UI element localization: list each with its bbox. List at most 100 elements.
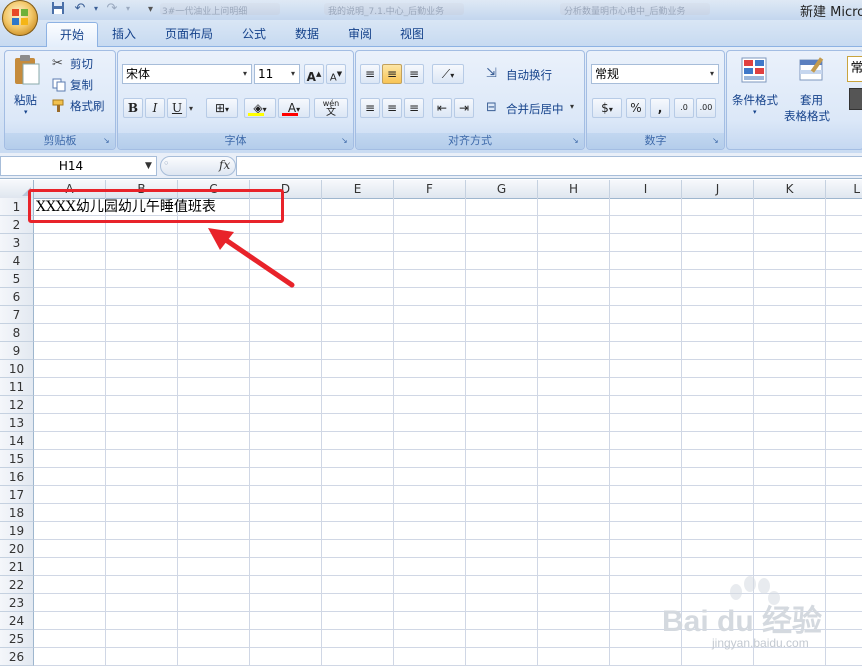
merge-dropdown-icon[interactable]: ▾ [570, 102, 574, 111]
font-size-select[interactable]: 11 ▾ [254, 64, 300, 84]
font-name-select[interactable]: 宋体 ▾ [122, 64, 252, 84]
format-painter-button[interactable]: 格式刷 [52, 97, 112, 115]
fill-color-button[interactable]: ◈▾ [244, 98, 276, 118]
undo-icon[interactable]: ↶ [72, 1, 88, 17]
clipboard-launcher-icon[interactable]: ↘ [103, 137, 111, 145]
row-header-15[interactable]: 15 [0, 450, 34, 468]
row-header-19[interactable]: 19 [0, 522, 34, 540]
copy-button[interactable]: 复制 [52, 76, 112, 94]
office-button[interactable] [2, 0, 38, 36]
cell-styles-button[interactable]: 常 [847, 56, 862, 82]
number-format-select[interactable]: 常规 ▾ [591, 64, 719, 84]
row-header-21[interactable]: 21 [0, 558, 34, 576]
tab-formulas[interactable]: 公式 [234, 22, 274, 46]
alignment-launcher-icon[interactable]: ↘ [572, 137, 580, 145]
office-logo-icon [12, 9, 28, 25]
decrease-font-icon[interactable]: A▼ [326, 64, 346, 84]
chevron-down-icon[interactable]: ▼ [145, 157, 152, 175]
tab-review[interactable]: 审阅 [340, 22, 380, 46]
customize-quick-access-icon[interactable]: ▾ [148, 2, 158, 18]
row-header-3[interactable]: 3 [0, 234, 34, 252]
orientation-icon[interactable]: ⟋▾ [432, 64, 464, 84]
row-header-25[interactable]: 25 [0, 630, 34, 648]
tab-view[interactable]: 视图 [392, 22, 432, 46]
redo-icon[interactable]: ↷ [104, 1, 120, 17]
column-header-e[interactable]: E [322, 180, 394, 198]
font-launcher-icon[interactable]: ↘ [341, 137, 349, 145]
tab-data[interactable]: 数据 [287, 22, 327, 46]
paste-dropdown-icon[interactable]: ▾ [24, 108, 28, 116]
save-icon[interactable] [50, 1, 66, 17]
phonetic-button[interactable]: wén 文 [314, 98, 348, 118]
row-header-14[interactable]: 14 [0, 432, 34, 450]
tab-page-layout[interactable]: 页面布局 [156, 22, 222, 46]
italic-button[interactable]: I [145, 98, 165, 118]
row-header-20[interactable]: 20 [0, 540, 34, 558]
underline-button[interactable]: U [167, 98, 187, 118]
cut-button[interactable]: ✂ 剪切 [52, 55, 112, 73]
copy-label: 复制 [70, 78, 93, 92]
conditional-dropdown-icon[interactable]: ▾ [753, 108, 757, 116]
increase-decimal-icon[interactable]: .0 [674, 98, 694, 118]
chevron-down-icon: ▾ [242, 69, 247, 78]
align-center-icon[interactable]: ≡ [382, 98, 402, 118]
accounting-format-icon[interactable]: $▾ [592, 98, 622, 118]
align-middle-icon[interactable]: ≡ [382, 64, 402, 84]
decrease-indent-icon[interactable]: ⇤ [432, 98, 452, 118]
row-header-11[interactable]: 11 [0, 378, 34, 396]
row-header-16[interactable]: 16 [0, 468, 34, 486]
expand-formula-icon[interactable]: ◦ [163, 157, 170, 170]
row-header-13[interactable]: 13 [0, 414, 34, 432]
row-header-17[interactable]: 17 [0, 486, 34, 504]
name-box[interactable]: H14 ▼ [0, 156, 157, 176]
conditional-format-button[interactable]: 条件格式 ▾ [730, 54, 782, 120]
decrease-decimal-icon[interactable]: .00 [696, 98, 716, 118]
row-header-5[interactable]: 5 [0, 270, 34, 288]
formula-tools: ◦ fx [160, 156, 236, 176]
column-header-h[interactable]: H [538, 180, 610, 198]
column-header-k[interactable]: K [754, 180, 826, 198]
number-launcher-icon[interactable]: ↘ [712, 137, 720, 145]
borders-button[interactable]: ⊞▾ [206, 98, 238, 118]
redo-dropdown-icon[interactable]: ▾ [120, 1, 136, 17]
align-top-icon[interactable]: ≡ [360, 64, 380, 84]
align-bottom-icon[interactable]: ≡ [404, 64, 424, 84]
row-header-4[interactable]: 4 [0, 252, 34, 270]
cell-styles-icon[interactable] [849, 88, 862, 110]
insert-function-icon[interactable]: fx [219, 158, 230, 172]
align-right-icon[interactable]: ≡ [404, 98, 424, 118]
formula-input[interactable] [236, 156, 862, 176]
column-header-j[interactable]: J [682, 180, 754, 198]
column-header-f[interactable]: F [394, 180, 466, 198]
tab-home[interactable]: 开始 [46, 22, 98, 47]
wrap-text-button[interactable]: ⇲ 自动换行 [486, 64, 576, 84]
row-header-24[interactable]: 24 [0, 612, 34, 630]
paste-button[interactable]: 粘贴 ▾ [10, 54, 44, 116]
format-as-table-button[interactable]: 套用 表格格式 [782, 54, 844, 123]
merge-center-button[interactable]: ⊟ 合并后居中 ▾ [486, 98, 580, 118]
underline-dropdown-icon[interactable]: ▾ [189, 104, 193, 113]
row-header-26[interactable]: 26 [0, 648, 34, 666]
increase-indent-icon[interactable]: ⇥ [454, 98, 474, 118]
align-left-icon[interactable]: ≡ [360, 98, 380, 118]
font-color-button[interactable]: A▾ [278, 98, 310, 118]
row-header-7[interactable]: 7 [0, 306, 34, 324]
undo-dropdown-icon[interactable]: ▾ [88, 1, 104, 17]
row-header-12[interactable]: 12 [0, 396, 34, 414]
column-header-l[interactable]: L [826, 180, 862, 198]
row-header-23[interactable]: 23 [0, 594, 34, 612]
column-header-i[interactable]: I [610, 180, 682, 198]
row-header-6[interactable]: 6 [0, 288, 34, 306]
increase-font-icon[interactable]: A▲ [304, 64, 324, 84]
row-header-9[interactable]: 9 [0, 342, 34, 360]
tab-insert[interactable]: 插入 [104, 22, 144, 46]
row-header-10[interactable]: 10 [0, 360, 34, 378]
bold-button[interactable]: B [123, 98, 143, 118]
row-header-22[interactable]: 22 [0, 576, 34, 594]
row-header-8[interactable]: 8 [0, 324, 34, 342]
merge-center-label: 合并后居中 [506, 102, 564, 116]
column-header-g[interactable]: G [466, 180, 538, 198]
percent-button[interactable]: % [626, 98, 646, 118]
row-header-18[interactable]: 18 [0, 504, 34, 522]
comma-button[interactable]: , [650, 98, 670, 118]
